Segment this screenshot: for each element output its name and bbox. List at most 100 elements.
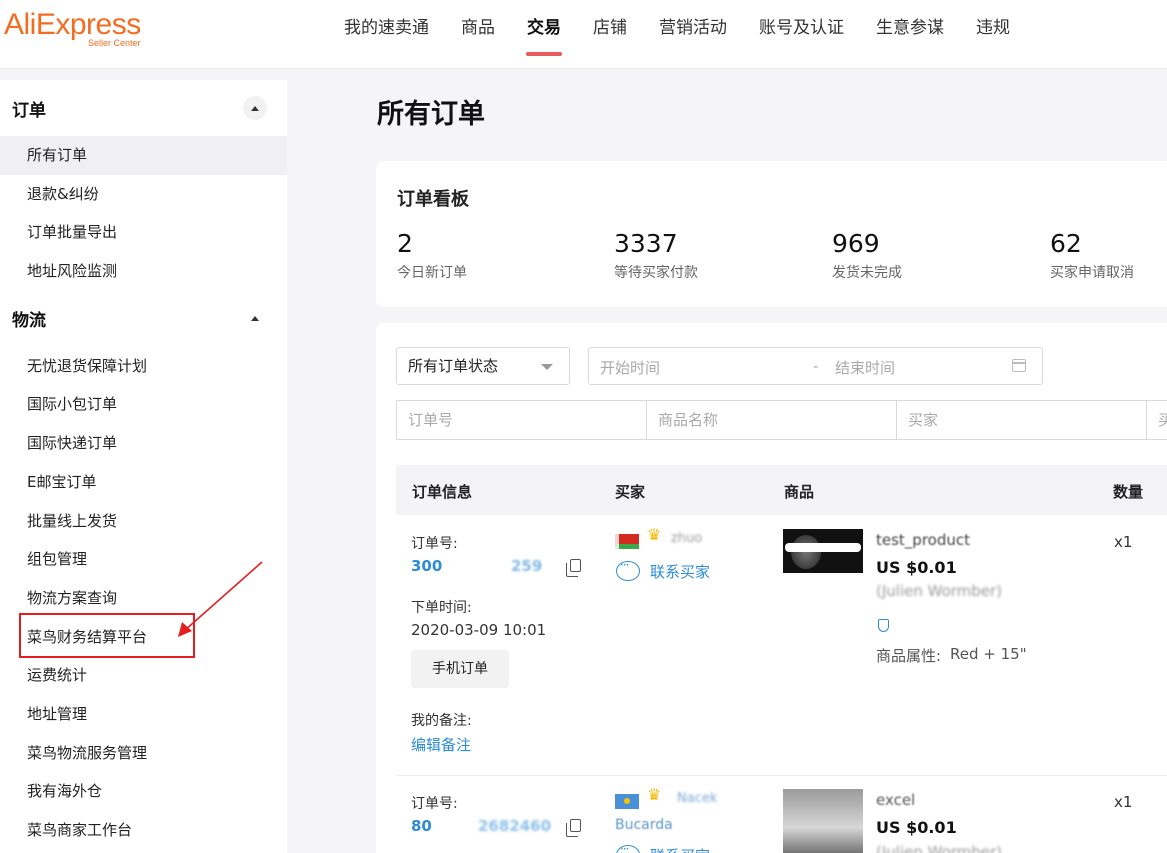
date-start-input[interactable]: 开始时间 <box>600 357 660 378</box>
nav-products[interactable]: 商品 <box>445 0 511 56</box>
collapse-button[interactable] <box>243 96 267 120</box>
product-title[interactable]: test_product <box>876 531 970 549</box>
sidebar-item-cainiao-workbench[interactable]: 菜鸟商家工作台 <box>0 811 287 850</box>
sidebar-group-orders[interactable]: 订单 <box>0 80 287 136</box>
sidebar-item-cainiao-service[interactable]: 菜鸟物流服务管理 <box>0 734 287 773</box>
header-buyer: 买家 <box>615 483 646 501</box>
product-price: US $0.01 <box>876 558 957 577</box>
filter-inputs-row: 订单号 商品名称 买家 买 <box>396 400 1167 440</box>
logo-text: AliExpress <box>4 8 141 41</box>
nav-marketing[interactable]: 营销活动 <box>643 0 743 56</box>
nav-store[interactable]: 店铺 <box>577 0 643 56</box>
caret-up-icon <box>251 316 259 322</box>
note-label: 我的备注: <box>411 713 472 729</box>
buyer-name-line2[interactable]: Bucarda <box>615 817 673 833</box>
buyer-input[interactable]: 买家 <box>896 400 1146 440</box>
nav-my-aliexpress[interactable]: 我的速卖通 <box>328 0 445 56</box>
table-row: 订单号: 300 259 下单时间: 2020-03-09 10:01 手机订单… <box>396 515 1167 776</box>
edit-note-link[interactable]: 编辑备注 <box>411 734 471 755</box>
date-range-picker[interactable]: 开始时间 - 结束时间 <box>588 347 1043 385</box>
date-end-input[interactable]: 结束时间 <box>835 357 895 378</box>
crown-icon: ♛ <box>647 785 662 804</box>
order-number-label: 订单号: <box>411 536 458 552</box>
table-row: 订单号: 80 2682460 ♛ Nacek Bucarda 联系买家 exc… <box>396 775 1167 853</box>
chat-icon[interactable] <box>616 842 640 853</box>
stat-cancel-requests[interactable]: 62 买家申请取消 <box>1050 229 1134 282</box>
logo-subtitle: Seller Center <box>88 38 141 48</box>
sidebar-item-freight-stats[interactable]: 运费统计 <box>0 656 287 695</box>
nav-violations[interactable]: 违规 <box>960 0 1026 56</box>
mobile-order-button[interactable]: 手机订单 <box>411 650 509 688</box>
select-value: 所有订单状态 <box>408 357 499 375</box>
stat-value: 3337 <box>614 229 678 258</box>
chat-icon[interactable] <box>616 558 640 581</box>
order-number-link[interactable]: 300 <box>411 557 442 575</box>
copy-icon[interactable] <box>566 559 581 577</box>
sidebar-item-batch-export[interactable]: 订单批量导出 <box>0 213 287 252</box>
chevron-down-icon <box>541 364 553 370</box>
sidebar-item-address-mgmt[interactable]: 地址管理 <box>0 695 287 734</box>
sidebar-group-title: 物流 <box>12 311 46 332</box>
crown-icon: ♛ <box>647 525 662 544</box>
quantity-value: x1 <box>1114 533 1133 551</box>
product-thumbnail[interactable] <box>783 789 863 853</box>
sidebar-item-overseas-warehouse[interactable]: 我有海外仓 <box>0 772 287 811</box>
product-attr-value: Red + 15" <box>950 645 1027 663</box>
stat-value: 62 <box>1050 229 1082 258</box>
stat-label: 今日新订单 <box>397 265 467 281</box>
header-quantity: 数量 <box>1113 483 1144 501</box>
order-status-select[interactable]: 所有订单状态 <box>396 347 570 385</box>
sidebar-item-intl-express[interactable]: 国际快递订单 <box>0 424 287 463</box>
contact-buyer-link[interactable]: 联系买家 <box>650 845 710 853</box>
main-nav: 我的速卖通 商品 交易 店铺 营销活动 账号及认证 生意参谋 违规 <box>328 0 1026 68</box>
sidebar-item-all-orders[interactable]: 所有订单 <box>0 136 287 175</box>
product-thumbnail[interactable] <box>783 529 863 573</box>
sidebar-item-address-risk[interactable]: 地址风险监测 <box>0 252 287 291</box>
nav-account[interactable]: 账号及认证 <box>743 0 860 56</box>
header-product: 商品 <box>784 483 815 501</box>
stat-unshipped[interactable]: 969 发货未完成 <box>832 229 902 282</box>
sidebar-group-title: 订单 <box>12 100 46 121</box>
stat-awaiting-payment[interactable]: 3337 等待买家付款 <box>614 229 698 282</box>
buyer-name[interactable]: zhuo <box>671 531 702 546</box>
stat-value: 2 <box>397 229 413 258</box>
order-number-tail[interactable]: 2682460 <box>478 817 551 835</box>
product-title[interactable]: excel <box>876 791 915 809</box>
stat-label: 等待买家付款 <box>614 265 698 281</box>
sidebar-item-intl-parcel[interactable]: 国际小包订单 <box>0 385 287 424</box>
product-brand: (Julien Wormber) <box>876 582 1003 600</box>
page-title: 所有订单 <box>377 99 485 130</box>
product-brand: (Julien Wormber) <box>876 843 1003 853</box>
copy-icon[interactable] <box>566 819 581 837</box>
quantity-value: x1 <box>1114 793 1133 811</box>
stat-new-orders[interactable]: 2 今日新订单 <box>397 229 467 282</box>
sidebar-item-batch-ship[interactable]: 批量线上发货 <box>0 502 287 541</box>
product-attr-label: 商品属性: <box>876 647 942 665</box>
dashboard-title: 订单看板 <box>397 189 469 210</box>
collapse-button[interactable] <box>243 307 267 331</box>
order-time-label: 下单时间: <box>411 600 472 616</box>
top-header: AliExpress Seller Center 我的速卖通 商品 交易 店铺 … <box>0 0 1167 69</box>
order-number-input[interactable]: 订单号 <box>396 400 646 440</box>
table-header: 订单信息 买家 商品 数量 <box>396 465 1167 515</box>
aliexpress-logo[interactable]: AliExpress Seller Center <box>4 8 154 48</box>
verified-shield-icon <box>878 619 889 632</box>
flag-icon <box>615 534 639 549</box>
product-name-input[interactable]: 商品名称 <box>646 400 896 440</box>
stat-value: 969 <box>832 229 880 258</box>
nav-trade[interactable]: 交易 <box>511 0 577 56</box>
extra-filter-input[interactable]: 买 <box>1146 400 1167 440</box>
calendar-icon[interactable] <box>1012 359 1026 372</box>
sidebar-group-logistics[interactable]: 物流 <box>0 291 287 347</box>
sidebar-item-epacket[interactable]: E邮宝订单 <box>0 463 287 502</box>
sidebar-item-return-guarantee[interactable]: 无忧退货保障计划 <box>0 347 287 386</box>
sidebar-item-refunds[interactable]: 退款&纠纷 <box>0 175 287 214</box>
buyer-name[interactable]: Nacek <box>677 791 717 806</box>
contact-buyer-link[interactable]: 联系买家 <box>650 561 710 582</box>
order-number-label: 订单号: <box>411 796 458 812</box>
order-number-tail[interactable]: 259 <box>511 557 542 575</box>
header-order-info: 订单信息 <box>412 483 473 501</box>
nav-business-advisor[interactable]: 生意参谋 <box>860 0 960 56</box>
annotation-arrow-icon <box>178 561 263 637</box>
order-number-link[interactable]: 80 <box>411 817 432 835</box>
